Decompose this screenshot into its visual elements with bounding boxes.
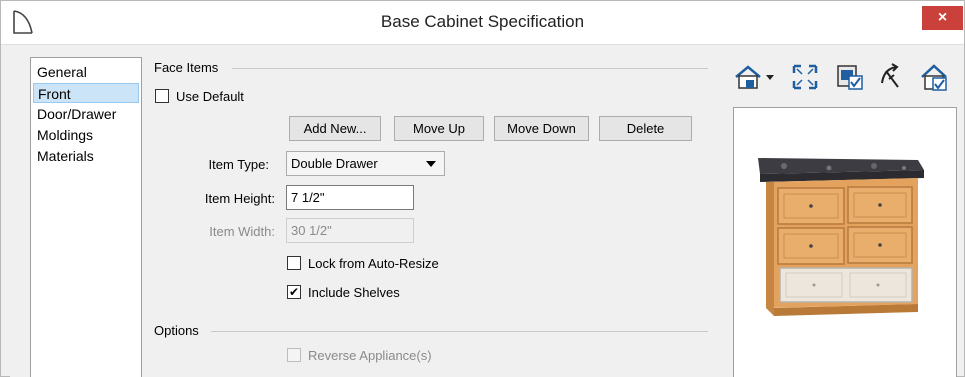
use-default-checkbox[interactable]: [155, 89, 169, 103]
include-shelves-checkbox[interactable]: ✔: [287, 285, 301, 299]
item-width-input: 30 1/2": [286, 218, 414, 243]
lock-auto-resize-label: Lock from Auto-Resize: [308, 256, 439, 271]
dialog-title: Base Cabinet Specification: [380, 12, 585, 31]
item-height-label: Item Height:: [204, 191, 275, 206]
checkmark-icon: ✔: [288, 285, 300, 299]
show-in-room-icon[interactable]: [920, 63, 950, 91]
tab-moldings[interactable]: Moldings: [33, 125, 139, 145]
include-shelves-label: Include Shelves: [308, 285, 400, 300]
tab-materials[interactable]: Materials: [33, 146, 139, 166]
item-type-select[interactable]: Double Drawer: [286, 151, 445, 176]
item-height-input[interactable]: 7 1/2": [286, 185, 414, 210]
move-up-button[interactable]: Move Up: [394, 116, 484, 141]
cabinet-preview-pane[interactable]: [733, 107, 957, 377]
close-button[interactable]: ×: [922, 6, 963, 30]
base-cabinet-specification-dialog: Base Cabinet Specification × General Fro…: [0, 0, 965, 377]
chevron-down-icon: [426, 161, 436, 167]
rotate-view-icon[interactable]: [878, 63, 904, 91]
item-type-value: Double Drawer: [291, 156, 378, 171]
title-bar[interactable]: Base Cabinet Specification ×: [1, 1, 964, 45]
add-new-button[interactable]: Add New...: [289, 116, 381, 141]
lock-auto-resize-checkbox[interactable]: [287, 256, 301, 270]
use-default-label: Use Default: [176, 89, 244, 104]
tab-front[interactable]: Front: [33, 83, 139, 103]
reverse-appliance-checkbox: [287, 348, 301, 362]
dialog-content: General Front Door/Drawer Moldings Mater…: [10, 46, 957, 377]
delete-button[interactable]: Delete: [599, 116, 692, 141]
tab-general[interactable]: General: [33, 62, 139, 82]
reverse-appliance-label: Reverse Appliance(s): [308, 348, 432, 363]
options-group-label: Options: [154, 323, 199, 338]
item-type-label: Item Type:: [208, 157, 269, 172]
options-divider: [211, 331, 708, 332]
tab-door-drawer[interactable]: Door/Drawer: [33, 104, 139, 124]
cabinet-preview-image: [758, 158, 924, 316]
view-camera-dropdown-icon[interactable]: [733, 63, 775, 91]
item-width-label: Item Width:: [209, 224, 275, 239]
face-items-divider: [232, 68, 708, 69]
render-options-icon[interactable]: [835, 63, 865, 91]
move-down-button[interactable]: Move Down: [494, 116, 589, 141]
fill-window-icon[interactable]: [791, 63, 819, 91]
face-items-group-label: Face Items: [154, 60, 219, 75]
category-list: General Front Door/Drawer Moldings Mater…: [30, 57, 142, 377]
